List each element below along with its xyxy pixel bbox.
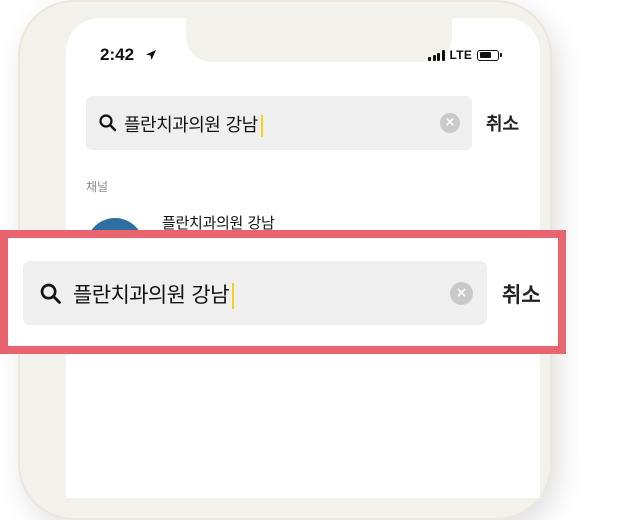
search-icon [40,283,61,304]
location-arrow-icon [146,50,156,60]
battery-icon [477,49,503,61]
phone-notch [186,18,452,62]
zoom-callout-panel: 플란치과의원 강남 × 취소 [8,238,558,346]
search-query: 플란치과의원 강남 [124,111,263,137]
search-icon [99,114,117,132]
section-label-channel: 채널 [86,180,109,194]
clear-icon[interactable]: × [440,113,460,133]
search-query-zoomed: 플란치과의원 강남 [73,279,234,309]
zoom-callout: 플란치과의원 강남 × 취소 [0,230,566,354]
text-caret [260,115,263,137]
cancel-button-zoomed[interactable]: 취소 [502,279,541,309]
cancel-button[interactable]: 취소 [486,110,519,136]
search-input-zoomed[interactable]: 플란치과의원 강남 × [23,261,487,325]
status-indicators: LTE [428,48,503,62]
text-caret [231,283,234,309]
network-type: LTE [449,48,473,62]
status-time: 2:42 [100,45,135,64]
clear-icon[interactable]: × [450,282,473,305]
signal-icon [428,49,445,61]
search-input[interactable]: 플란치과의원 강남 × [86,96,472,150]
